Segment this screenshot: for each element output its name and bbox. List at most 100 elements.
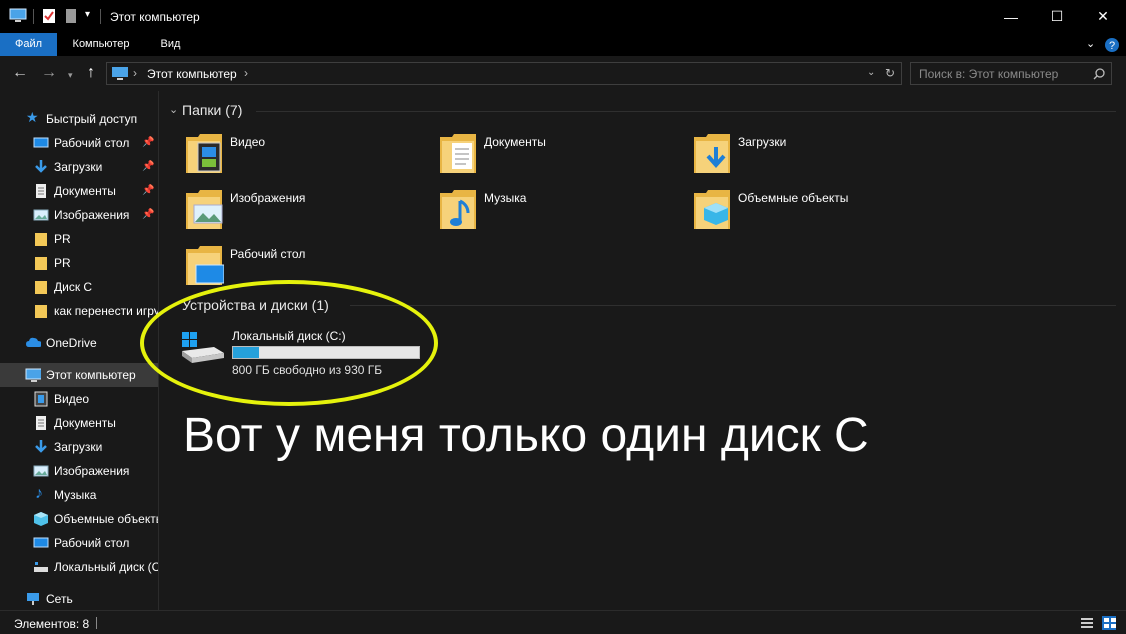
- 3d-objects-icon: [694, 190, 730, 229]
- sidebar-item-this-pc[interactable]: Этот компьютер: [0, 363, 158, 387]
- breadcrumb[interactable]: Этот компьютер: [147, 67, 237, 81]
- breadcrumb-separator-icon[interactable]: ›: [133, 66, 137, 80]
- folder-name: Видео: [230, 135, 266, 149]
- item-count: Элементов: 8: [14, 617, 90, 631]
- annotation-caption: Вот у меня только один диск С: [183, 409, 869, 462]
- computer-icon: [112, 67, 128, 80]
- sidebar-item-pictures[interactable]: Изображения: [0, 459, 158, 483]
- tab-computer[interactable]: Компьютер: [60, 33, 142, 56]
- image-icon: [33, 209, 49, 221]
- sidebar-item-label: Музыка: [54, 488, 97, 502]
- refresh-icon[interactable]: ↻: [885, 66, 895, 80]
- address-dropdown-icon[interactable]: ⌄: [867, 67, 875, 78]
- address-bar[interactable]: › Этот компьютер › ⌄ ↻: [106, 62, 902, 85]
- tab-file[interactable]: Файл: [0, 33, 57, 56]
- pin-icon[interactable]: 📌: [142, 185, 154, 196]
- folder-icon: [35, 305, 47, 318]
- sidebar-item-label: Загрузки: [54, 440, 103, 454]
- group-header-folders[interactable]: Папки (7): [182, 102, 242, 118]
- desktop-icon: [186, 246, 224, 285]
- sidebar-item-label: Быстрый доступ: [46, 112, 138, 126]
- new-folder-icon[interactable]: [65, 8, 77, 24]
- folder-tile-documents[interactable]: Документы: [438, 129, 688, 179]
- folder-tile-pictures[interactable]: Изображения: [184, 185, 434, 235]
- sidebar-item-label: как перенести игру: [54, 304, 159, 318]
- maximize-button[interactable]: ☐: [1034, 0, 1080, 33]
- sidebar-item-folder[interactable]: PR: [0, 227, 158, 251]
- 3d-objects-icon: [34, 512, 48, 526]
- sidebar-item-label: Рабочий стол: [54, 536, 130, 550]
- recent-locations-icon[interactable]: ▾: [68, 67, 73, 83]
- document-icon: [36, 416, 46, 430]
- sidebar-item-onedrive[interactable]: OneDrive: [0, 331, 158, 355]
- search-icon[interactable]: [1093, 68, 1105, 80]
- ribbon: Файл Компьютер Вид ⌄ ?: [0, 33, 1126, 56]
- folder-name: Рабочий стол: [230, 247, 306, 261]
- folder-tile-3d-objects[interactable]: Объемные объекты: [692, 185, 942, 235]
- image-icon: [186, 190, 223, 229]
- search-input[interactable]: Поиск в: Этот компьютер: [910, 62, 1112, 85]
- pin-icon[interactable]: 📌: [142, 161, 154, 172]
- folder-name: Загрузки: [738, 135, 787, 149]
- close-button[interactable]: ✕: [1080, 0, 1126, 33]
- sidebar-item-music[interactable]: ♪ Музыка: [0, 483, 158, 507]
- music-icon: [440, 190, 476, 229]
- sidebar-item-local-disk[interactable]: Локальный диск (C:): [0, 555, 159, 579]
- computer-icon[interactable]: [9, 8, 27, 24]
- folder-tile-videos[interactable]: Видео: [184, 129, 434, 179]
- collapse-chevron-icon[interactable]: ⌄: [169, 103, 178, 116]
- folder-name: Документы: [484, 135, 546, 149]
- sidebar-item-network[interactable]: Сеть: [0, 587, 158, 610]
- sidebar-item-desktop[interactable]: Рабочий стол 📌: [0, 131, 158, 155]
- video-icon: [186, 134, 222, 173]
- status-bar: Элементов: 8: [0, 610, 1126, 634]
- sidebar-item-documents[interactable]: Документы 📌: [0, 179, 158, 203]
- sidebar-item-3d-objects[interactable]: Объемные объекты: [0, 507, 159, 531]
- quick-access-dropdown-icon[interactable]: ▾: [85, 9, 90, 20]
- forward-arrow-icon[interactable]: →: [41, 65, 57, 81]
- folder-icon: [35, 257, 47, 270]
- details-view-icon[interactable]: [1080, 616, 1094, 630]
- sidebar-item-quick-access[interactable]: ★ Быстрый доступ: [0, 107, 158, 131]
- svg-text:?: ?: [1109, 40, 1115, 52]
- drive-icon: [34, 562, 48, 572]
- sidebar-item-pictures[interactable]: Изображения 📌: [0, 203, 158, 227]
- folder-tile-music[interactable]: Музыка: [438, 185, 688, 235]
- sidebar-item-label: Диск С: [54, 280, 93, 294]
- sidebar-item-downloads[interactable]: Загрузки: [0, 435, 158, 459]
- pin-icon[interactable]: 📌: [142, 137, 154, 148]
- sidebar-item-label: Сеть: [46, 592, 73, 606]
- video-icon: [34, 391, 48, 407]
- sidebar-item-label: Локальный диск (C:): [54, 560, 159, 574]
- pin-icon[interactable]: 📌: [142, 209, 154, 220]
- divider: [33, 9, 34, 24]
- folder-tile-downloads[interactable]: Загрузки: [692, 129, 942, 179]
- sidebar-item-label: Изображения: [54, 208, 130, 222]
- sidebar-item-folder[interactable]: PR: [0, 251, 158, 275]
- back-arrow-icon[interactable]: ←: [12, 65, 28, 81]
- sidebar-item-folder[interactable]: как перенести игру: [0, 299, 159, 323]
- music-icon: ♪: [35, 485, 43, 502]
- sidebar-item-label: Документы: [54, 184, 116, 198]
- sidebar-item-label: Объемные объекты: [54, 512, 159, 526]
- sidebar-item-folder[interactable]: Диск С: [0, 275, 158, 299]
- large-icons-view-icon[interactable]: [1102, 616, 1116, 630]
- desktop-icon: [33, 137, 49, 148]
- sidebar-item-documents[interactable]: Документы: [0, 411, 158, 435]
- properties-icon[interactable]: [42, 8, 56, 24]
- sidebar-item-downloads[interactable]: Загрузки 📌: [0, 155, 158, 179]
- document-icon: [440, 134, 476, 173]
- sidebar-item-label: Загрузки: [54, 160, 103, 174]
- sidebar-item-desktop[interactable]: Рабочий стол: [0, 531, 158, 555]
- expand-ribbon-icon[interactable]: ⌄: [1086, 37, 1095, 50]
- sidebar-item-videos[interactable]: Видео: [0, 387, 158, 411]
- computer-icon: [25, 368, 41, 382]
- window-title: Этот компьютер: [110, 10, 200, 24]
- minimize-button[interactable]: —: [988, 0, 1034, 33]
- tab-view[interactable]: Вид: [148, 33, 193, 56]
- help-icon[interactable]: ?: [1104, 37, 1120, 53]
- up-arrow-icon[interactable]: ↑: [87, 65, 95, 81]
- divider: [350, 305, 1116, 306]
- breadcrumb-chevron-icon[interactable]: ›: [244, 66, 248, 80]
- divider: [256, 111, 1116, 112]
